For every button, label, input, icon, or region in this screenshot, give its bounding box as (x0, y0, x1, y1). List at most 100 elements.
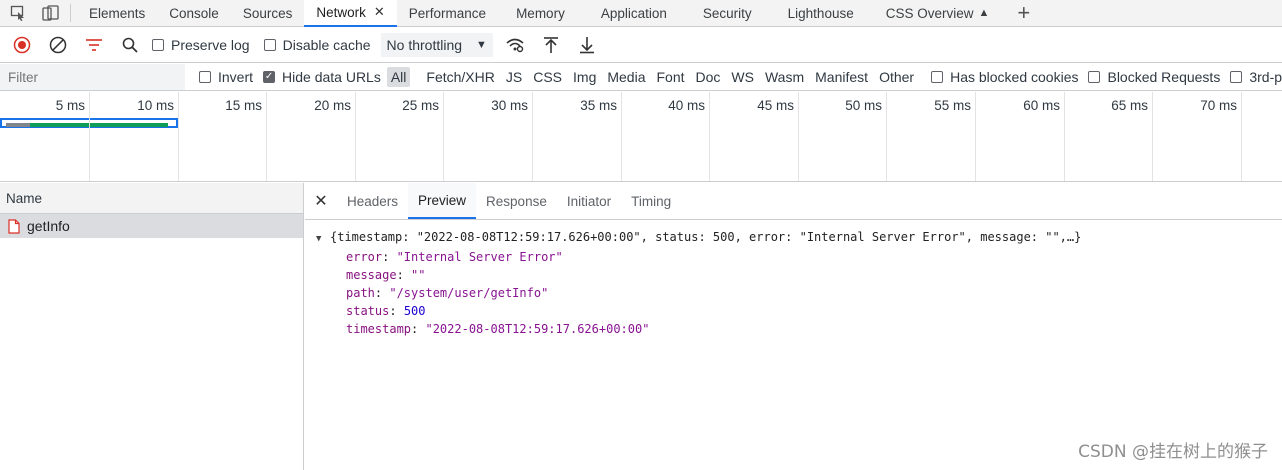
stop-recording-button[interactable] (8, 31, 36, 59)
timeline-tick-label: 45 ms (757, 98, 794, 113)
timeline-tick-label: 30 ms (491, 98, 528, 113)
filter-type-js[interactable]: JS (503, 67, 525, 87)
experiment-flask-icon: ▲ (978, 7, 990, 19)
json-value: 500 (403, 304, 426, 318)
close-detail-icon[interactable]: ✕ (305, 183, 337, 219)
filter-type-wasm[interactable]: Wasm (762, 67, 807, 87)
timeline-tick-label: 50 ms (845, 98, 882, 113)
json-fields: error: "Internal Server Error" message: "… (316, 248, 1282, 338)
device-toolbar-icon[interactable] (36, 0, 66, 27)
filter-type-fetch-xhr[interactable]: Fetch/XHR (423, 67, 497, 87)
filter-type-doc[interactable]: Doc (693, 67, 724, 87)
tab-css-overview[interactable]: CSS Overview ▲ (872, 0, 1004, 27)
tab-lighthouse[interactable]: Lighthouse (770, 0, 872, 27)
close-icon[interactable]: ✕ (374, 4, 385, 20)
checkbox-box (263, 39, 276, 51)
triangle-expanded-icon[interactable]: ▼ (316, 230, 330, 248)
filter-type-manifest[interactable]: Manifest (812, 67, 871, 87)
timeline-gridline (798, 92, 799, 181)
tab-sources[interactable]: Sources (231, 0, 305, 27)
checkbox-label: Invert (218, 69, 254, 85)
tab-label: Security (702, 5, 752, 21)
timeline-tick-label: 25 ms (402, 98, 439, 113)
checkbox-box (152, 39, 164, 51)
error-document-icon (8, 218, 20, 234)
checkbox-label: Preserve log (171, 37, 250, 53)
timeline-gridline (89, 92, 90, 181)
tab-label: Lighthouse (787, 5, 854, 21)
timeline-gridline (532, 92, 533, 181)
hide-data-urls-checkbox[interactable]: Hide data URLs (263, 69, 381, 85)
timeline-tick-label: 55 ms (934, 98, 971, 113)
timeline-tick-label: 65 ms (1111, 98, 1148, 113)
checkbox-label: Hide data URLs (282, 69, 381, 85)
chevron-down-icon: ▼ (476, 39, 487, 51)
inspect-element-icon[interactable] (0, 0, 36, 27)
search-icon (122, 37, 138, 53)
tab-headers[interactable]: Headers (337, 183, 408, 219)
tab-label: Console (169, 5, 219, 21)
json-field-row: message: "" (346, 268, 426, 282)
filter-input[interactable] (0, 64, 185, 90)
timeline-tick-label: 40 ms (668, 98, 705, 113)
tab-application[interactable]: Application (583, 0, 685, 27)
checkbox-label: 3rd-party re (1249, 69, 1282, 85)
filter-type-css[interactable]: CSS (530, 67, 565, 87)
timeline-gridline (886, 92, 887, 181)
json-value: "2022-08-08T12:59:17.626+00:00" (425, 322, 650, 336)
timeline-tick-label: 10 ms (137, 98, 174, 113)
filter-type-img[interactable]: Img (570, 67, 599, 87)
filter-type-ws[interactable]: WS (728, 67, 757, 87)
tab-response[interactable]: Response (476, 183, 557, 219)
timeline-gridline (975, 92, 976, 181)
tab-elements[interactable]: Elements (77, 0, 157, 27)
filter-icon (86, 39, 102, 51)
table-row[interactable]: getInfo (0, 214, 303, 238)
timeline-gridline (355, 92, 356, 181)
tab-initiator[interactable]: Initiator (557, 183, 621, 219)
record-icon (13, 36, 31, 54)
filter-type-media[interactable]: Media (604, 67, 648, 87)
filter-bar: Invert Hide data URLs All Fetch/XHR JS C… (0, 64, 1282, 91)
tab-network[interactable]: Network ✕ (304, 0, 397, 27)
checkbox-box (931, 71, 944, 83)
blocked-requests-checkbox[interactable]: Blocked Requests (1088, 69, 1220, 85)
tab-label: Sources (242, 5, 293, 21)
checkbox-label: Disable cache (282, 37, 371, 53)
timeline-overview[interactable]: 5 ms 10 ms 15 ms 20 ms 25 ms 30 ms 35 ms 40 ms 4… (0, 92, 1282, 182)
filter-toggle-button[interactable] (80, 31, 108, 59)
name-column-header[interactable]: Name (0, 183, 303, 214)
filter-type-other[interactable]: Other (876, 67, 917, 87)
upload-icon (543, 37, 558, 53)
filter-type-font[interactable]: Font (654, 67, 688, 87)
preserve-log-checkbox[interactable]: Preserve log (152, 37, 250, 53)
filter-type-all[interactable]: All (386, 67, 411, 87)
tab-preview[interactable]: Preview (408, 183, 477, 219)
disable-cache-checkbox[interactable]: Disable cache (263, 37, 371, 53)
timeline-tick-label: 15 ms (225, 98, 262, 113)
tab-timing[interactable]: Timing (621, 183, 681, 219)
wifi-settings-icon (506, 38, 524, 53)
export-har-button[interactable] (573, 31, 601, 59)
checkbox-box (199, 71, 211, 83)
invert-checkbox[interactable]: Invert (199, 69, 253, 85)
json-object-summary[interactable]: ▼ {timestamp: "2022-08-08T12:59:17.626+00… (316, 228, 1282, 248)
tab-console[interactable]: Console (157, 0, 231, 27)
search-button[interactable] (116, 31, 144, 59)
clear-icon (49, 36, 67, 54)
tab-memory[interactable]: Memory (498, 0, 583, 27)
json-field-row: timestamp: "2022-08-08T12:59:17.626+00:0… (346, 322, 650, 336)
json-key: error (346, 250, 383, 264)
clear-button[interactable] (44, 31, 72, 59)
add-tab-icon[interactable]: + (1017, 2, 1030, 24)
import-har-button[interactable] (537, 31, 565, 59)
network-conditions-button[interactable] (501, 31, 529, 59)
has-blocked-cookies-checkbox[interactable]: Has blocked cookies (931, 69, 1078, 85)
network-toolbar: Preserve log Disable cache No throttling… (0, 28, 1282, 63)
third-party-requests-checkbox[interactable]: 3rd-party re (1230, 69, 1282, 85)
tab-security[interactable]: Security (685, 0, 770, 27)
checkbox-box (1230, 71, 1243, 83)
tab-performance[interactable]: Performance (397, 0, 498, 27)
timeline-tick-label: 5 ms (55, 98, 85, 113)
throttling-select[interactable]: No throttling ▼ (380, 33, 493, 57)
